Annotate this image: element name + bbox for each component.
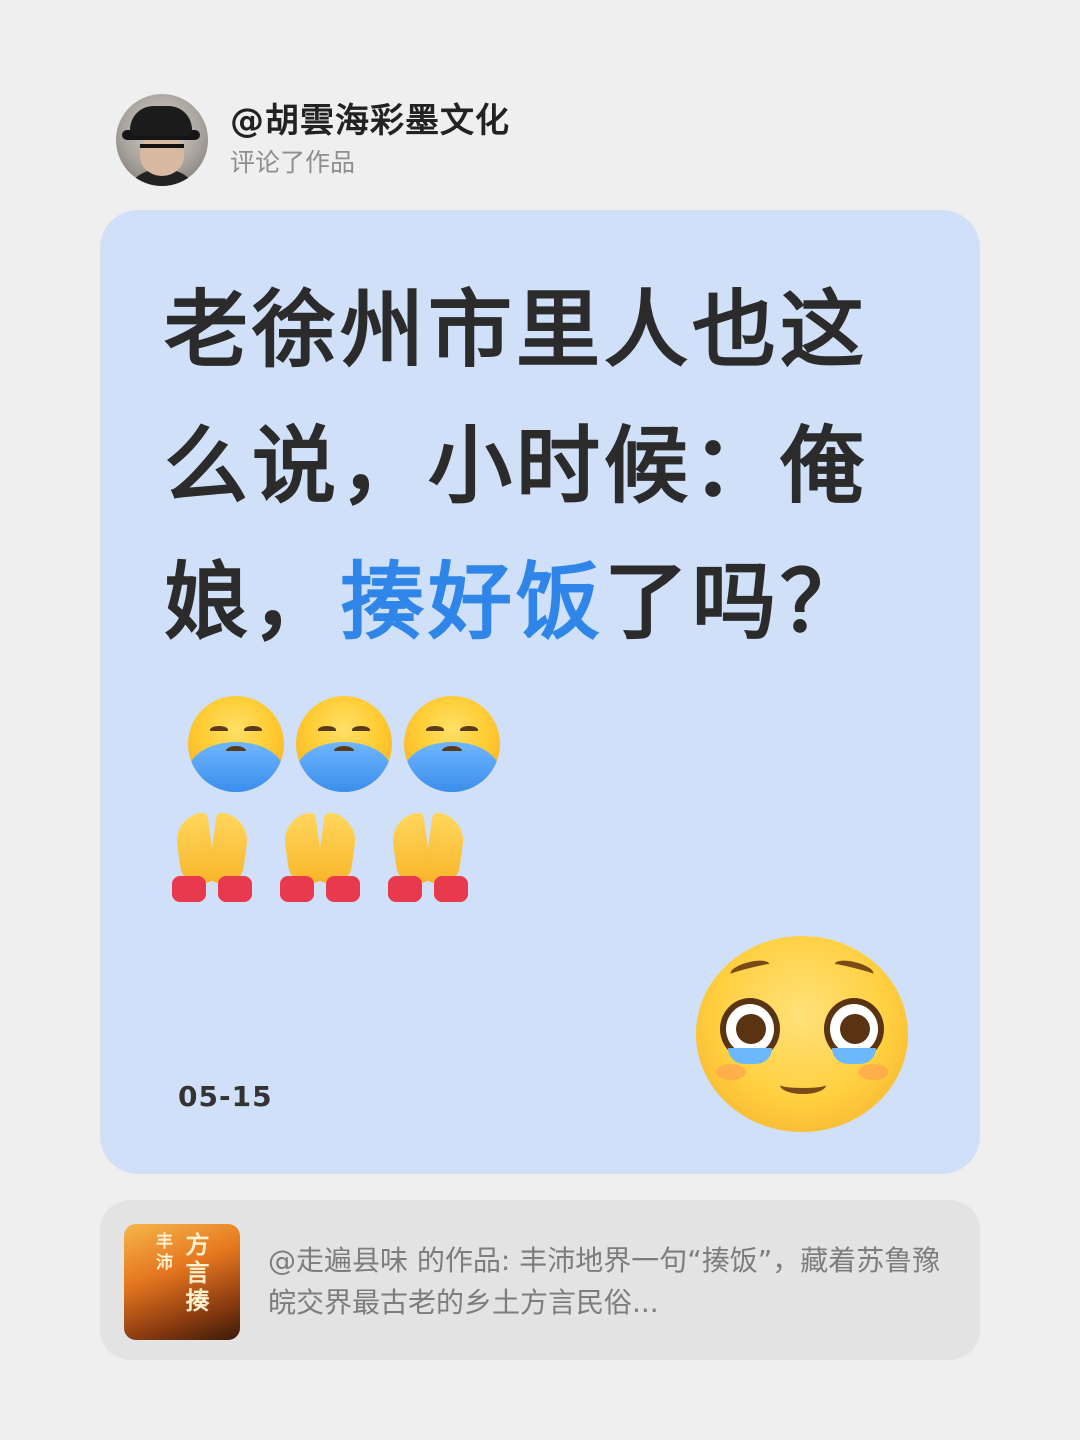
- username[interactable]: @胡雲海彩墨文化: [230, 100, 510, 142]
- comment-highlight: 揍好饭: [340, 553, 605, 651]
- loudly-crying-face-icon: [188, 696, 284, 793]
- quoted-work-text[interactable]: @走遍县味 的作品: 丰沛地界一句“揍饭”，藏着苏鲁豫皖交界最古老的乡土方言民俗…: [268, 1240, 948, 1324]
- thumbnail-text-small: 丰沛: [152, 1232, 172, 1274]
- comment-share-page: @胡雲海彩墨文化 评论了作品 老徐州市里人也这么说，小时候：俺娘，揍好饭了吗？ …: [0, 0, 1080, 1440]
- avatar-face: [140, 136, 184, 176]
- quoted-work-thumbnail[interactable]: 丰沛 方言揍: [124, 1224, 240, 1340]
- comment-card: 老徐州市里人也这么说，小时候：俺娘，揍好饭了吗？ 05-15: [100, 210, 980, 1174]
- action-label: 评论了作品: [230, 148, 356, 177]
- thumbnail-text-large: 方言揍: [181, 1232, 210, 1316]
- crying-emoji-row: [188, 696, 500, 793]
- header-text: @胡雲海彩墨文化 评论了作品: [230, 100, 510, 180]
- comment-text-after: 了吗？: [604, 553, 869, 651]
- avatar[interactable]: [116, 94, 208, 186]
- comment-text: 老徐州市里人也这么说，小时候：俺娘，揍好饭了吗？: [164, 262, 884, 902]
- comment-header: @胡雲海彩墨文化 评论了作品: [116, 92, 510, 188]
- pleading-face-icon: [696, 936, 908, 1132]
- loudly-crying-face-icon: [404, 696, 500, 793]
- avatar-hat: [130, 106, 192, 136]
- loudly-crying-face-icon: [296, 696, 392, 793]
- quoted-work-card[interactable]: 丰沛 方言揍 @走遍县味 的作品: 丰沛地界一句“揍饭”，藏着苏鲁豫皖交界最古老…: [100, 1200, 980, 1360]
- folded-hands-icon: [380, 811, 476, 902]
- folded-hands-icon: [272, 811, 368, 902]
- avatar-glasses: [140, 144, 184, 154]
- folded-hands-icon: [164, 811, 260, 902]
- folded-hands-row: [164, 811, 884, 902]
- comment-date: 05-15: [178, 1080, 273, 1113]
